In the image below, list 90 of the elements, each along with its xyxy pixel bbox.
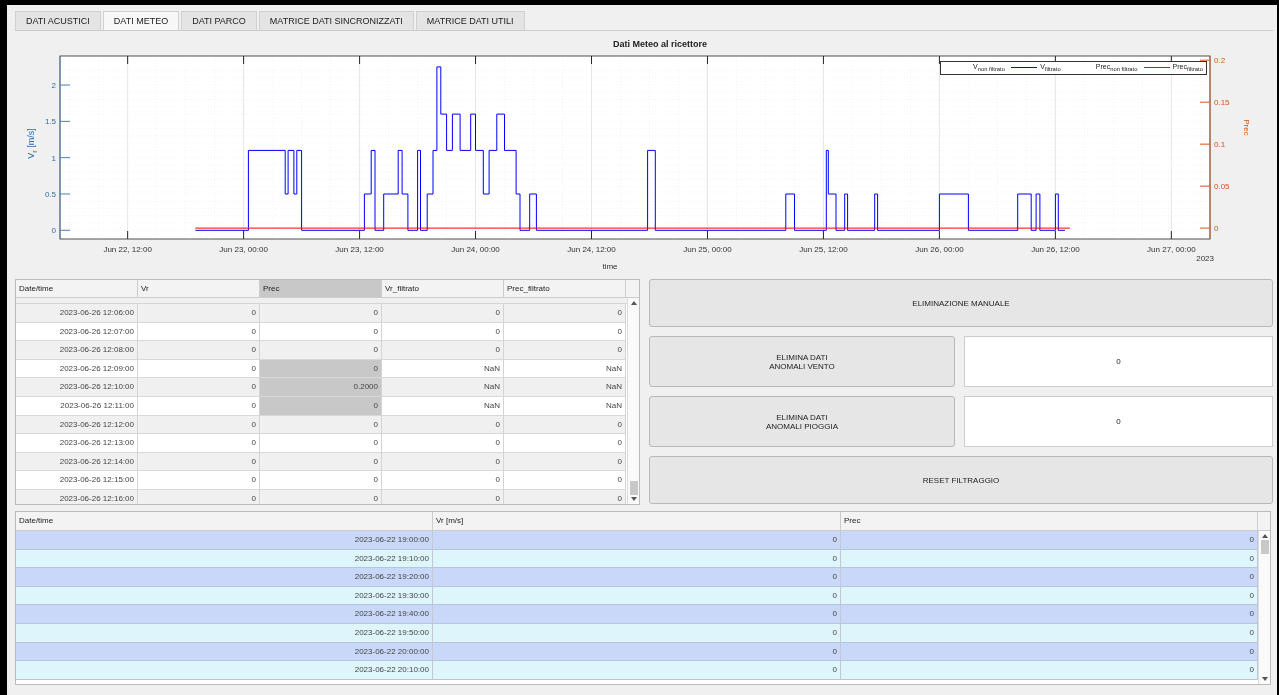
scrollbar[interactable] [1258, 531, 1270, 684]
tick-label: 0.1 [1214, 140, 1226, 150]
count-field[interactable]: 0 [964, 336, 1273, 387]
tick-label: Jun 23, 00:00 [219, 245, 268, 254]
table-cell: 0 [260, 471, 382, 490]
table-cell: NaN [382, 396, 504, 416]
table-cell: 0 [260, 304, 382, 323]
table-cell: NaN [504, 378, 626, 397]
tick-label: Jun 23, 12:00 [335, 245, 384, 254]
table-cell: 0 [433, 568, 841, 587]
table-cell: 0 [841, 661, 1258, 680]
table-cell: 0 [382, 341, 504, 360]
table-cell: NaN [504, 396, 626, 416]
column-header[interactable]: Prec [260, 280, 382, 297]
column-header[interactable]: Date/time [16, 512, 433, 530]
scroll-thumb[interactable] [629, 481, 638, 495]
reset-filter-button[interactable]: RESET FILTRAGGIO [649, 456, 1273, 504]
scroll-down-icon[interactable] [1261, 677, 1268, 681]
tick-label: 0.2 [1214, 56, 1226, 66]
tab[interactable]: DATI ACUSTICI [15, 11, 101, 30]
table-cell: 0 [504, 304, 626, 323]
table-cell: 2023-06-26 12:06:00 [16, 304, 138, 323]
tab[interactable]: DATI PARCO [181, 11, 257, 30]
table-cell: 0 [504, 341, 626, 360]
table-cell: 0 [382, 304, 504, 323]
table-cell: 2023-06-26 12:10:00 [16, 378, 138, 397]
tick-label: Jun 22, 12:00 [103, 245, 152, 254]
table-cell: 0 [138, 304, 260, 323]
delete-anomalies-button[interactable]: ELIMINA DATI ANOMALI VENTO [649, 336, 955, 387]
table-cell: 0 [260, 341, 382, 360]
scroll-down-icon[interactable] [630, 497, 637, 501]
table-cell: 0 [841, 605, 1258, 624]
tick-label: Jun 24, 00:00 [451, 245, 500, 254]
table-cell: 0 [841, 568, 1258, 587]
scroll-up-icon[interactable] [630, 301, 637, 305]
scroll-up-icon[interactable] [1261, 534, 1268, 538]
tick-label: 0 [51, 226, 56, 236]
tick-label: 0.5 [44, 190, 56, 199]
tab[interactable]: DATI METEO [102, 11, 180, 30]
tick-label: Jun 25, 00:00 [683, 245, 732, 254]
tab[interactable]: MATRICE DATI SINCRONIZZATI [258, 11, 414, 30]
tick-label: Jun 27, 00:00 [1147, 245, 1196, 254]
table-cell: 0 [260, 434, 382, 453]
table-cell: 0 [433, 531, 841, 550]
column-header[interactable]: Vr_filtrato [382, 280, 504, 297]
tab[interactable]: MATRICE DATI UTILI [415, 11, 525, 30]
column-header[interactable]: Vr [m/s] [433, 512, 841, 530]
table-cell: 2023-06-26 12:15:00 [16, 471, 138, 490]
tick-label: Jun 24, 12:00 [567, 245, 616, 254]
axis-label: Prec [1242, 119, 1251, 136]
table-cell: 0 [433, 605, 841, 624]
table-cell: 0 [138, 341, 260, 360]
axis-label: time [602, 262, 618, 271]
tick-label: 0.05 [1214, 182, 1230, 192]
table-cell: 0 [504, 434, 626, 453]
column-header[interactable]: Date/time [16, 280, 138, 297]
table-cell: 0 [138, 378, 260, 397]
table-cell: 2023-06-22 20:10:00 [16, 661, 433, 680]
tick-label: 1 [51, 153, 56, 163]
tick-label: Jun 25, 12:00 [799, 245, 848, 254]
tick-label: 2 [51, 81, 56, 91]
table-cell: 0 [138, 434, 260, 453]
table-cell: 0 [382, 471, 504, 490]
column-header[interactable]: Prec_filtrato [504, 280, 626, 297]
table-cell: 0 [433, 661, 841, 680]
scrollbar[interactable] [627, 298, 639, 504]
table-cell: 0 [504, 471, 626, 490]
table-cell: 0 [138, 471, 260, 490]
tick-label: Jun 26, 12:00 [1031, 245, 1080, 254]
table-cell: 0 [382, 434, 504, 453]
tick-label: 0.15 [1214, 98, 1230, 108]
table-cell: 0.2000 [260, 378, 382, 397]
table-cell: 2023-06-22 19:20:00 [16, 568, 433, 587]
table-cell: 2023-06-26 12:11:00 [16, 396, 138, 416]
tick-label: Jun 26, 00:00 [915, 245, 964, 254]
column-header[interactable]: Prec [841, 512, 1258, 530]
tick-label: 2023 [1196, 254, 1214, 263]
table-cell: 0 [841, 531, 1258, 550]
chart-title: Dati Meteo al ricettore [613, 39, 707, 49]
table-cell: 2023-06-22 19:40:00 [16, 605, 433, 624]
tick-label: 1.5 [44, 117, 56, 127]
delete-anomalies-button[interactable]: ELIMINA DATI ANOMALI PIOGGIA [649, 396, 955, 447]
table-cell: 2023-06-26 12:08:00 [16, 341, 138, 360]
count-field[interactable]: 0 [964, 396, 1273, 447]
manual-delete-button[interactable]: ELIMINAZIONE MANUALE [649, 279, 1273, 327]
table-cell: 2023-06-22 19:00:00 [16, 531, 433, 550]
tick-label: 0 [1214, 224, 1219, 234]
table-cell: NaN [382, 378, 504, 397]
scroll-thumb[interactable] [1260, 540, 1269, 554]
table-cell: 2023-06-26 12:13:00 [16, 434, 138, 453]
